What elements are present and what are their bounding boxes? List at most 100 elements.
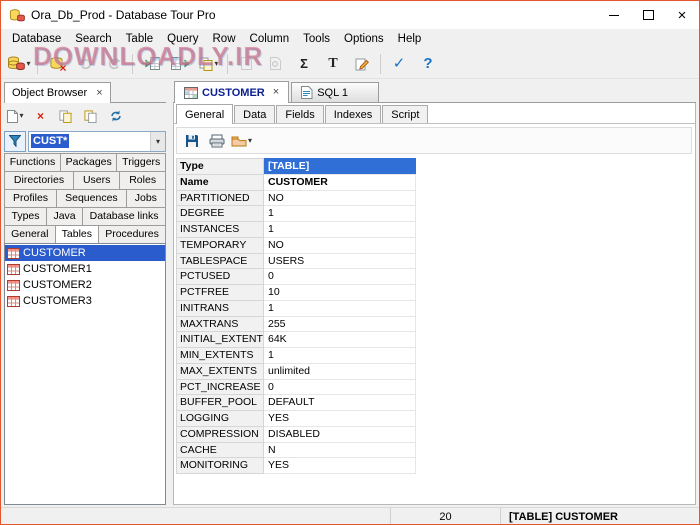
filter-input[interactable]: CUST*: [29, 135, 150, 147]
chevron-down-icon[interactable]: ▾: [150, 132, 165, 151]
property-value[interactable]: 0: [264, 268, 416, 285]
tab-data[interactable]: Data: [234, 105, 275, 123]
property-row-initial_extent: INITIAL_EXTENT64K: [176, 331, 695, 348]
table-item-customer2[interactable]: CUSTOMER2: [5, 277, 165, 293]
object-tab-java[interactable]: Java: [46, 207, 83, 226]
object-tab-types[interactable]: Types: [4, 207, 47, 226]
toolbar-separator: [227, 54, 228, 74]
save-button[interactable]: [180, 130, 203, 151]
object-tab-triggers[interactable]: Triggers: [116, 153, 166, 172]
menu-options[interactable]: Options: [337, 31, 391, 47]
object-tab-users[interactable]: Users: [73, 171, 120, 190]
close-button[interactable]: ×: [665, 1, 699, 29]
object-tab-database-links[interactable]: Database links: [82, 207, 166, 226]
object-tab-procedures[interactable]: Procedures: [98, 225, 166, 244]
object-browser-panel: Object Browser × ▾ ×: [4, 80, 166, 505]
redo-button[interactable]: [100, 52, 128, 76]
property-value[interactable]: NO: [264, 237, 416, 254]
print-button[interactable]: [205, 130, 228, 151]
property-value[interactable]: NO: [264, 190, 416, 207]
menu-tools[interactable]: Tools: [296, 31, 337, 47]
close-connection-button[interactable]: ×: [42, 52, 70, 76]
property-row-initrans: INITRANS1: [176, 300, 695, 317]
copy-icon: [199, 57, 213, 71]
object-tab-jobs[interactable]: Jobs: [126, 189, 166, 208]
object-tab-functions[interactable]: Functions: [4, 153, 61, 172]
property-value[interactable]: 1: [264, 221, 416, 238]
property-value[interactable]: unlimited: [264, 363, 416, 380]
sql-document-icon: [301, 86, 313, 99]
menu-table[interactable]: Table: [119, 31, 161, 47]
tab-sql-1[interactable]: SQL 1: [291, 82, 379, 102]
menu-database[interactable]: Database: [5, 31, 68, 47]
property-value[interactable]: 0: [264, 379, 416, 396]
property-value[interactable]: YES: [264, 457, 416, 474]
property-value[interactable]: DISABLED: [264, 426, 416, 443]
filter-combobox[interactable]: CUST* ▾: [28, 131, 166, 152]
import-button[interactable]: [137, 52, 165, 76]
maximize-button[interactable]: [631, 1, 665, 29]
undo-button[interactable]: [71, 52, 99, 76]
export-button[interactable]: [166, 52, 194, 76]
menu-search[interactable]: Search: [68, 31, 118, 47]
object-tab-directories[interactable]: Directories: [4, 171, 74, 190]
property-value[interactable]: 1: [264, 347, 416, 364]
menu-column[interactable]: Column: [243, 31, 297, 47]
new-object-button[interactable]: ▾: [4, 106, 27, 127]
tab-script[interactable]: Script: [382, 105, 428, 123]
tab-general[interactable]: General: [176, 104, 233, 124]
property-value[interactable]: [TABLE]: [264, 158, 416, 175]
export-ddl-button[interactable]: ▾: [230, 130, 253, 151]
check-sql-button[interactable]: ✓: [385, 52, 413, 76]
property-value[interactable]: 10: [264, 284, 416, 301]
object-tab-packages[interactable]: Packages: [60, 153, 118, 172]
property-name: CACHE: [176, 442, 264, 459]
property-value[interactable]: 1: [264, 300, 416, 317]
object-browser-tab[interactable]: Object Browser ×: [4, 82, 111, 103]
menu-query[interactable]: Query: [160, 31, 205, 47]
property-value[interactable]: YES: [264, 410, 416, 427]
property-value[interactable]: 64K: [264, 331, 416, 348]
copy-data-button[interactable]: ▾: [195, 52, 223, 76]
property-value[interactable]: DEFAULT: [264, 394, 416, 411]
duplicate-object-button[interactable]: [79, 106, 102, 127]
table-item-customer[interactable]: CUSTOMER: [5, 245, 165, 261]
refresh-button[interactable]: [104, 106, 127, 127]
tab-indexes[interactable]: Indexes: [325, 105, 382, 123]
connect-database-button[interactable]: ▾: [5, 52, 33, 76]
text-mode-button[interactable]: T: [319, 52, 347, 76]
help-button[interactable]: ?: [414, 52, 442, 76]
close-icon[interactable]: ×: [273, 87, 279, 98]
aggregate-button[interactable]: Σ: [290, 52, 318, 76]
object-tab-row: FunctionsPackagesTriggers: [4, 154, 166, 172]
object-tab-sequences[interactable]: Sequences: [56, 189, 127, 208]
object-tab-tables[interactable]: Tables: [55, 225, 100, 244]
object-tab-roles[interactable]: Roles: [119, 171, 166, 190]
copy-object-button[interactable]: [54, 106, 77, 127]
edit-button[interactable]: [348, 52, 376, 76]
property-row-cache: CACHEN: [176, 442, 695, 459]
tab-customer[interactable]: CUSTOMER ×: [174, 81, 289, 103]
table-item-customer1[interactable]: CUSTOMER1: [5, 261, 165, 277]
filter-button[interactable]: [4, 131, 26, 152]
menu-help[interactable]: Help: [391, 31, 429, 47]
table-item-customer3[interactable]: CUSTOMER3: [5, 293, 165, 309]
property-value[interactable]: USERS: [264, 253, 416, 270]
property-value[interactable]: 255: [264, 316, 416, 333]
redo-icon: [107, 57, 122, 70]
open-document-button[interactable]: [261, 52, 289, 76]
statusbar-selection: [TABLE] CUSTOMER: [501, 508, 699, 525]
menu-row[interactable]: Row: [206, 31, 243, 47]
property-value[interactable]: N: [264, 442, 416, 459]
delete-object-button[interactable]: ×: [29, 106, 52, 127]
panel-splitter[interactable]: [166, 80, 173, 505]
tab-fields[interactable]: Fields: [276, 105, 323, 123]
minimize-button[interactable]: [597, 1, 631, 29]
object-tab-general[interactable]: General: [4, 225, 56, 244]
property-value[interactable]: 1: [264, 205, 416, 222]
app-icon: [9, 8, 25, 23]
object-tab-profiles[interactable]: Profiles: [4, 189, 57, 208]
close-icon[interactable]: ×: [96, 88, 102, 99]
property-value[interactable]: CUSTOMER: [264, 174, 416, 191]
new-document-button[interactable]: [232, 52, 260, 76]
